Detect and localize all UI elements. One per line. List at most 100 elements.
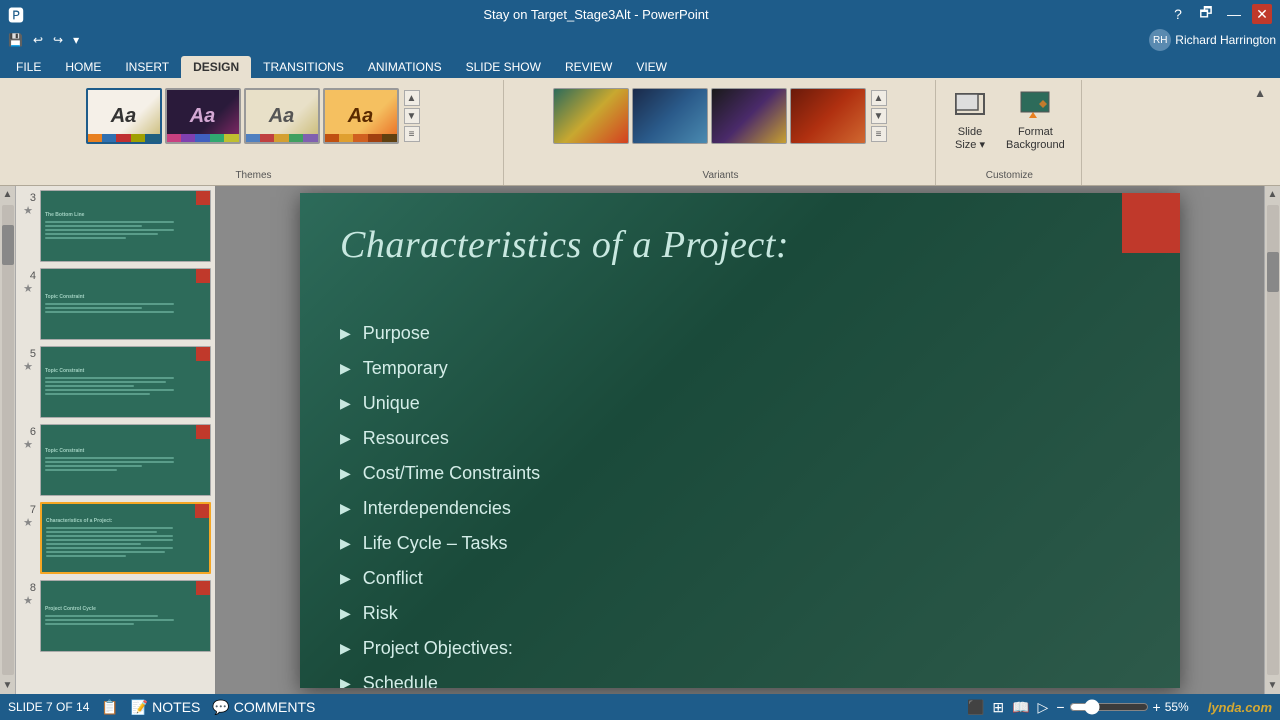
- user-avatar: RH: [1149, 29, 1171, 51]
- reading-view-icon[interactable]: 📖: [1012, 699, 1029, 716]
- themes-scroll-down[interactable]: ▼: [404, 108, 420, 124]
- variants-content: ▲ ▼ ≡: [553, 82, 889, 170]
- vscroll-up-button[interactable]: ▲: [1265, 186, 1280, 203]
- slide-view-icon[interactable]: 📋: [101, 699, 118, 716]
- variant-3[interactable]: [711, 88, 787, 144]
- bullet-arrow-1: ▶: [340, 325, 351, 342]
- window-controls: ? 🗗 — ✕: [1168, 4, 1272, 24]
- variants-scroll-down[interactable]: ▼: [871, 108, 887, 124]
- slide-viewport-scrollbar[interactable]: ▲ ▼: [1264, 186, 1280, 694]
- zoom-in-button[interactable]: +: [1153, 699, 1161, 715]
- slide-item-7[interactable]: 7 ★ Characteristics of a Project:: [20, 502, 211, 574]
- slide-thumb-red-5: [196, 347, 210, 361]
- redo-qat-button[interactable]: ↪: [49, 31, 67, 49]
- ribbon-tabs: FILE HOME INSERT DESIGN TRANSITIONS ANIM…: [0, 52, 1280, 78]
- bullet-text-6: Interdependencies: [363, 498, 511, 519]
- comments-button[interactable]: 💬 COMMENTS: [212, 699, 315, 716]
- vscroll-down-button[interactable]: ▼: [1265, 677, 1280, 694]
- tab-home[interactable]: HOME: [53, 56, 113, 78]
- theme-3[interactable]: Aa: [244, 88, 320, 144]
- format-background-button[interactable]: FormatBackground: [1000, 86, 1071, 156]
- theme-2[interactable]: Aa: [165, 88, 241, 144]
- main-area: ▲ ▼ 3 ★ The Bottom Line: [0, 186, 1280, 694]
- variants-scroll-more[interactable]: ≡: [871, 126, 887, 142]
- themes-scroll-up[interactable]: ▲: [404, 90, 420, 106]
- slide-item-8[interactable]: 8 ★ Project Control Cycle: [20, 580, 211, 652]
- vscroll-thumb[interactable]: [1267, 252, 1279, 292]
- restore-button[interactable]: 🗗: [1196, 4, 1216, 24]
- normal-view-icon[interactable]: ⬛: [967, 699, 984, 716]
- tab-file[interactable]: FILE: [4, 56, 53, 78]
- tab-view[interactable]: VIEW: [624, 56, 679, 78]
- tab-review[interactable]: REVIEW: [553, 56, 624, 78]
- slide-thumb-content-8: Project Control Cycle: [41, 581, 210, 651]
- zoom-slider[interactable]: [1069, 699, 1149, 715]
- slide-size-icon: [954, 90, 986, 122]
- user-name[interactable]: Richard Harrington: [1175, 33, 1276, 47]
- tab-animations[interactable]: ANIMATIONS: [356, 56, 454, 78]
- customize-qat-button[interactable]: ▾: [69, 31, 83, 49]
- slide-thumb-3[interactable]: The Bottom Line: [40, 190, 211, 262]
- variant-2[interactable]: [632, 88, 708, 144]
- slide-thumb-line: [45, 461, 174, 463]
- slide-number-6: 6: [20, 426, 36, 438]
- slide-sorter-icon[interactable]: ⊞: [992, 699, 1004, 716]
- slide-thumb-6[interactable]: Topic Constraint: [40, 424, 211, 496]
- slide-thumb-title-7: Characteristics of a Project:: [46, 518, 112, 524]
- powerpoint-icon: 🅿: [8, 2, 24, 26]
- slide-item-6[interactable]: 6 ★ Topic Constraint: [20, 424, 211, 496]
- zoom-out-button[interactable]: −: [1056, 699, 1064, 715]
- themes-scroll-more[interactable]: ≡: [404, 126, 420, 142]
- slide-red-box: [1122, 193, 1180, 253]
- slide-star-6: ★: [23, 438, 33, 451]
- tab-slideshow[interactable]: SLIDE SHOW: [454, 56, 553, 78]
- bullet-schedule: ▶ Schedule: [340, 673, 1120, 688]
- slide-thumb-line: [46, 543, 141, 545]
- tab-design[interactable]: DESIGN: [181, 56, 251, 78]
- bullet-arrow-7: ▶: [340, 535, 351, 552]
- slide-thumb-7[interactable]: Characteristics of a Project:: [40, 502, 211, 574]
- scroll-down-button[interactable]: ▼: [0, 677, 15, 694]
- variants-scroll-up[interactable]: ▲: [871, 90, 887, 106]
- slide-thumb-4[interactable]: Topic Constraint: [40, 268, 211, 340]
- zoom-level[interactable]: 55%: [1165, 700, 1200, 714]
- bullet-text-11: Schedule: [363, 673, 438, 688]
- slide-item-3[interactable]: 3 ★ The Bottom Line: [20, 190, 211, 262]
- tab-insert[interactable]: INSERT: [113, 56, 181, 78]
- scroll-thumb[interactable]: [2, 225, 14, 265]
- slide-show-icon[interactable]: ▷: [1038, 699, 1049, 716]
- tab-transitions[interactable]: TRANSITIONS: [251, 56, 356, 78]
- theme-4[interactable]: Aa: [323, 88, 399, 144]
- variants-label: Variants: [703, 170, 739, 183]
- slide-panel-scrollbar[interactable]: ▲ ▼: [0, 186, 16, 694]
- slide-item-5[interactable]: 5 ★ Topic Constraint: [20, 346, 211, 418]
- slide-item-4[interactable]: 4 ★ Topic Constraint: [20, 268, 211, 340]
- slide-thumb-line: [45, 229, 174, 231]
- undo-qat-button[interactable]: ↩: [29, 31, 47, 49]
- slide-canvas[interactable]: Characteristics of a Project: ▶ Purpose …: [300, 193, 1180, 688]
- user-area: RH Richard Harrington: [1149, 29, 1276, 51]
- customize-buttons: SlideSize ▾ FormatBackground: [944, 82, 1075, 160]
- slide-thumb-title-4: Topic Constraint: [45, 294, 84, 300]
- close-button[interactable]: ✕: [1252, 4, 1272, 24]
- variants-group: ▲ ▼ ≡ Variants: [506, 80, 936, 185]
- title-bar-left: 🅿: [8, 2, 24, 26]
- minimize-button[interactable]: —: [1224, 4, 1244, 24]
- notes-button[interactable]: 📝 NOTES: [131, 699, 201, 716]
- save-qat-button[interactable]: 💾: [4, 31, 27, 49]
- scroll-up-button[interactable]: ▲: [0, 186, 15, 203]
- theme-1[interactable]: Aa: [86, 88, 162, 144]
- variant-1[interactable]: [553, 88, 629, 144]
- collapse-ribbon-button[interactable]: ▲: [1248, 84, 1272, 102]
- slide-thumb-line: [45, 225, 142, 227]
- variant-4[interactable]: [790, 88, 866, 144]
- bullet-arrow-9: ▶: [340, 605, 351, 622]
- help-button[interactable]: ?: [1168, 4, 1188, 24]
- slide-number-3: 3: [20, 192, 36, 204]
- slide-size-button[interactable]: SlideSize ▾: [948, 86, 992, 156]
- bullet-arrow-4: ▶: [340, 430, 351, 447]
- slide-thumb-line: [45, 389, 174, 391]
- slide-thumb-5[interactable]: Topic Constraint: [40, 346, 211, 418]
- slide-number-5: 5: [20, 348, 36, 360]
- slide-thumb-8[interactable]: Project Control Cycle: [40, 580, 211, 652]
